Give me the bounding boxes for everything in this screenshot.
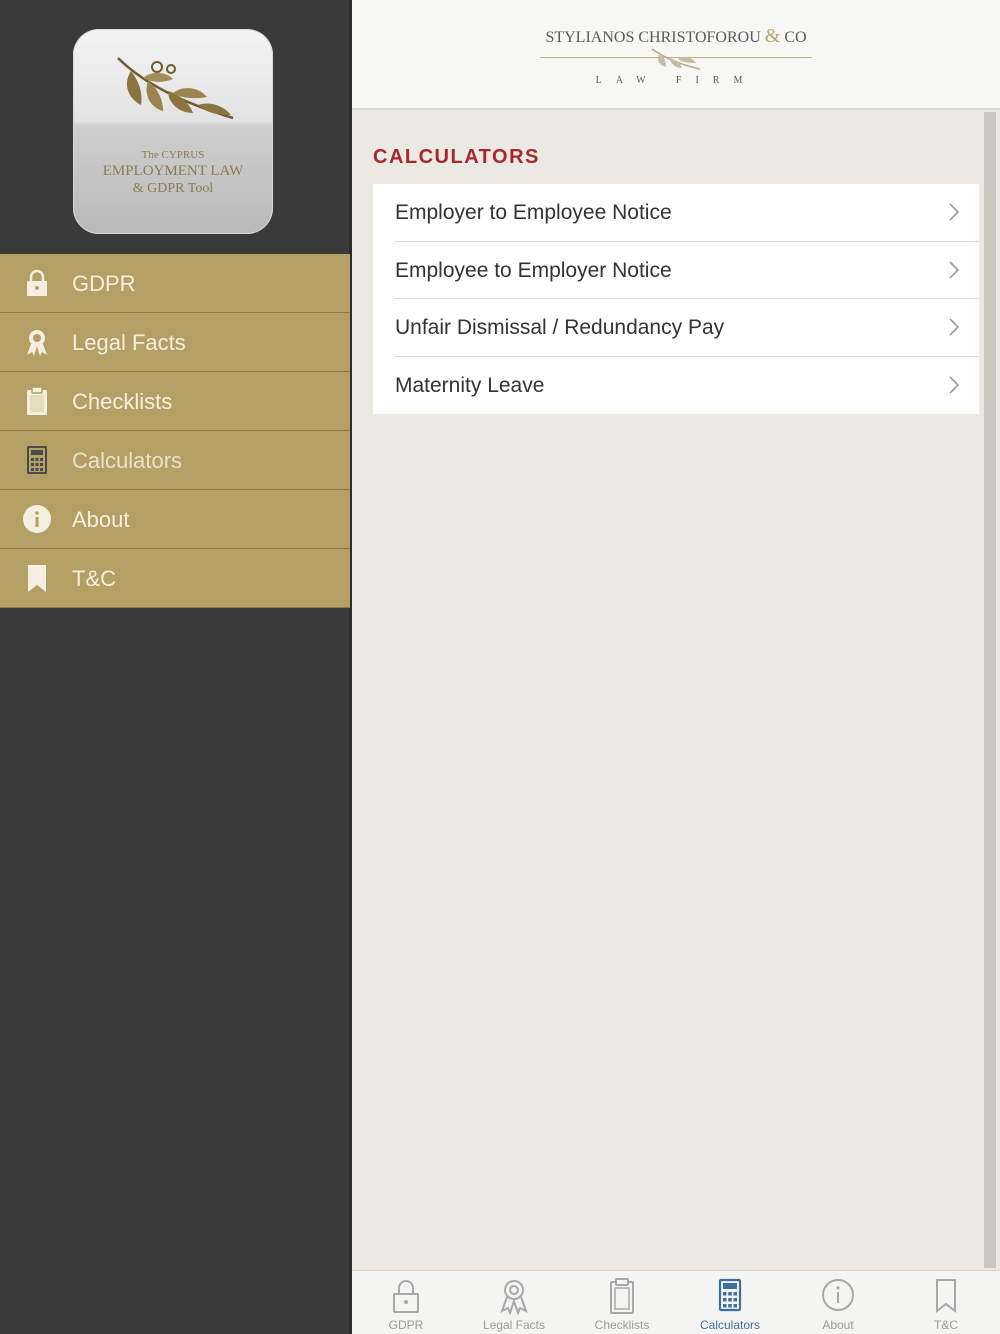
logo-line-1: The CYPRUS bbox=[141, 149, 205, 161]
bottom-tab-bar: GDPR Legal Facts Checklists Calculators … bbox=[352, 1270, 1000, 1334]
page-title: CALCULATORS bbox=[373, 146, 540, 168]
calculator-list: Employer to Employee Notice Employee to … bbox=[373, 184, 979, 414]
award-ribbon-icon bbox=[500, 1280, 528, 1315]
sidebar-item-label: Checklists bbox=[72, 389, 173, 414]
firm-ampersand: & bbox=[764, 25, 781, 47]
side-menu: GDPR Legal Facts Checklists Calculators … bbox=[0, 254, 350, 608]
clipboard-icon bbox=[610, 1278, 634, 1314]
firm-subtitle: LAW FIRM bbox=[595, 75, 757, 86]
tab-label: Calculators bbox=[699, 1318, 761, 1332]
bookmark-icon bbox=[28, 565, 46, 592]
clipboard-icon bbox=[27, 386, 47, 415]
sidebar-item-label: Calculators bbox=[72, 448, 183, 473]
logo-line-3: & GDPR Tool bbox=[132, 181, 214, 196]
sidebar-item-checklists[interactable]: Checklists bbox=[0, 372, 350, 431]
lock-icon bbox=[393, 1280, 419, 1313]
olive-sprig-icon bbox=[651, 48, 701, 70]
chevron-right-icon bbox=[949, 318, 960, 336]
tab-label: T&C bbox=[934, 1318, 958, 1332]
tab-gdpr[interactable]: GDPR bbox=[352, 1271, 460, 1334]
chevron-right-icon bbox=[949, 203, 960, 221]
sidebar-item-gdpr[interactable]: GDPR bbox=[0, 254, 350, 313]
chevron-right-icon bbox=[949, 260, 960, 279]
sidebar-item-label: T&C bbox=[72, 566, 116, 591]
sidebar-item-tc[interactable]: T&C bbox=[0, 549, 350, 608]
info-icon bbox=[23, 505, 51, 533]
chevron-right-icon bbox=[949, 375, 960, 394]
list-item[interactable]: Employer to Employee Notice bbox=[373, 184, 979, 242]
list-item-label: Employer to Employee Notice bbox=[395, 201, 672, 224]
sidebar-item-about[interactable]: About bbox=[0, 490, 350, 549]
tab-calculators[interactable]: Calculators bbox=[676, 1271, 784, 1334]
tab-label: About bbox=[822, 1318, 854, 1332]
sidebar-item-calculators[interactable]: Calculators bbox=[0, 431, 350, 490]
tab-about[interactable]: About bbox=[784, 1271, 892, 1334]
calculator-icon bbox=[718, 1278, 742, 1312]
firm-name-text: STYLIANOS CHRISTOFOROU bbox=[545, 29, 761, 46]
lock-icon bbox=[27, 269, 47, 296]
list-item[interactable]: Unfair Dismissal / Redundancy Pay bbox=[373, 299, 979, 357]
tab-legal-facts[interactable]: Legal Facts bbox=[460, 1271, 568, 1334]
sidebar-item-label: GDPR bbox=[72, 271, 136, 296]
sidebar-item-label: Legal Facts bbox=[72, 330, 186, 355]
side-drawer: The CYPRUS EMPLOYMENT LAW & GDPR Tool GD… bbox=[0, 0, 352, 1334]
firm-co: CO bbox=[784, 29, 807, 46]
calculator-icon bbox=[27, 446, 47, 474]
sidebar-item-label: About bbox=[72, 507, 130, 532]
main-content: STYLIANOS CHRISTOFOROU & CO LAW FIRM CAL… bbox=[352, 0, 1000, 1334]
logo-line-2: EMPLOYMENT LAW bbox=[102, 163, 244, 179]
tab-label: Checklists bbox=[594, 1318, 650, 1332]
list-item-label: Employee to Employer Notice bbox=[395, 258, 672, 282]
sidebar-item-legal-facts[interactable]: Legal Facts bbox=[0, 313, 350, 372]
award-ribbon-icon bbox=[27, 330, 47, 356]
tab-label: GDPR bbox=[388, 1318, 424, 1332]
firm-header: STYLIANOS CHRISTOFOROU & CO LAW FIRM bbox=[352, 0, 1000, 110]
scrollbar[interactable] bbox=[984, 112, 996, 1268]
tab-tc[interactable]: T&C bbox=[892, 1271, 1000, 1334]
list-item[interactable]: Maternity Leave bbox=[373, 357, 979, 415]
list-item-label: Maternity Leave bbox=[395, 373, 545, 397]
list-item-label: Unfair Dismissal / Redundancy Pay bbox=[395, 316, 725, 339]
list-item[interactable]: Employee to Employer Notice bbox=[373, 242, 979, 299]
olive-branch-icon bbox=[117, 57, 234, 120]
tab-label: Legal Facts bbox=[482, 1318, 546, 1332]
bookmark-icon bbox=[936, 1279, 956, 1314]
app-logo: The CYPRUS EMPLOYMENT LAW & GDPR Tool bbox=[73, 29, 273, 234]
tab-checklists[interactable]: Checklists bbox=[568, 1271, 676, 1334]
info-icon bbox=[822, 1279, 854, 1311]
